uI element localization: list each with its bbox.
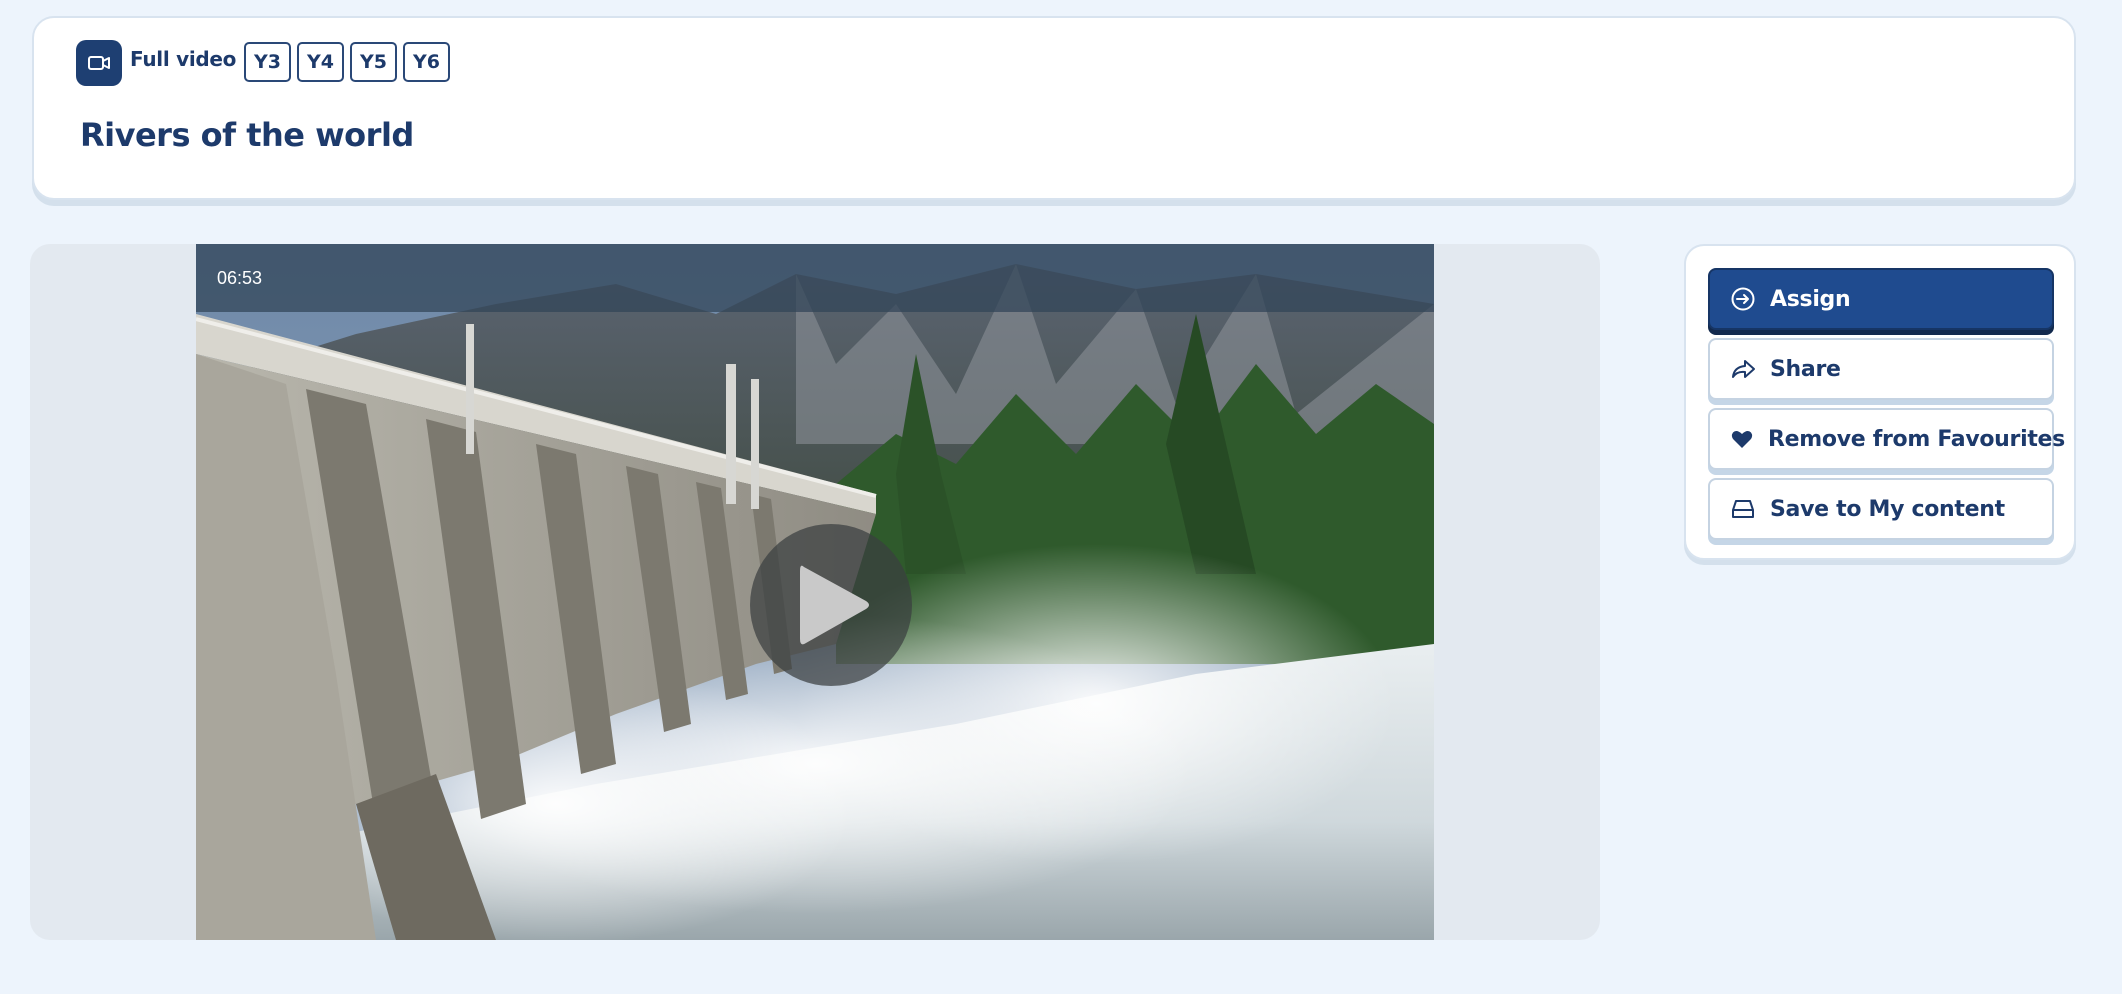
remove-favourite-label: Remove from Favourites [1768, 426, 2065, 452]
year-tag: Y5 [349, 42, 397, 82]
video-duration: 06:53 [217, 268, 263, 288]
duration-bar [196, 244, 1434, 312]
save-to-my-content-label: Save to My content [1770, 496, 2005, 522]
heart-icon [1730, 426, 1754, 452]
actions-card: Assign Share Remove from Favourites Save… [1684, 244, 2076, 560]
share-arrow-icon [1730, 356, 1756, 382]
play-button[interactable] [750, 524, 912, 686]
assign-label: Assign [1770, 286, 1851, 312]
page-title: Rivers of the world [80, 116, 414, 154]
save-to-my-content-button[interactable]: Save to My content [1708, 478, 2054, 540]
video-player[interactable]: 06:53 [196, 244, 1434, 940]
video-panel: 06:53 [30, 244, 1600, 940]
resource-header: Full video Y3 Y4 Y5 Y6 Rivers of the wor… [32, 16, 2076, 200]
assign-button[interactable]: Assign [1708, 268, 2054, 330]
share-label: Share [1770, 356, 1841, 382]
share-button[interactable]: Share [1708, 338, 2054, 400]
video-camera-icon [76, 40, 122, 86]
year-tag: Y6 [402, 42, 450, 82]
tray-icon [1730, 496, 1756, 522]
remove-favourite-button[interactable]: Remove from Favourites [1708, 408, 2065, 470]
year-tag: Y4 [296, 42, 344, 82]
play-icon [800, 565, 869, 645]
year-tag: Y3 [244, 42, 291, 82]
year-tags: Y3 Y4 Y5 Y6 [244, 42, 450, 82]
resource-type-label: Full video [130, 47, 237, 71]
arrow-circle-icon [1730, 286, 1756, 312]
